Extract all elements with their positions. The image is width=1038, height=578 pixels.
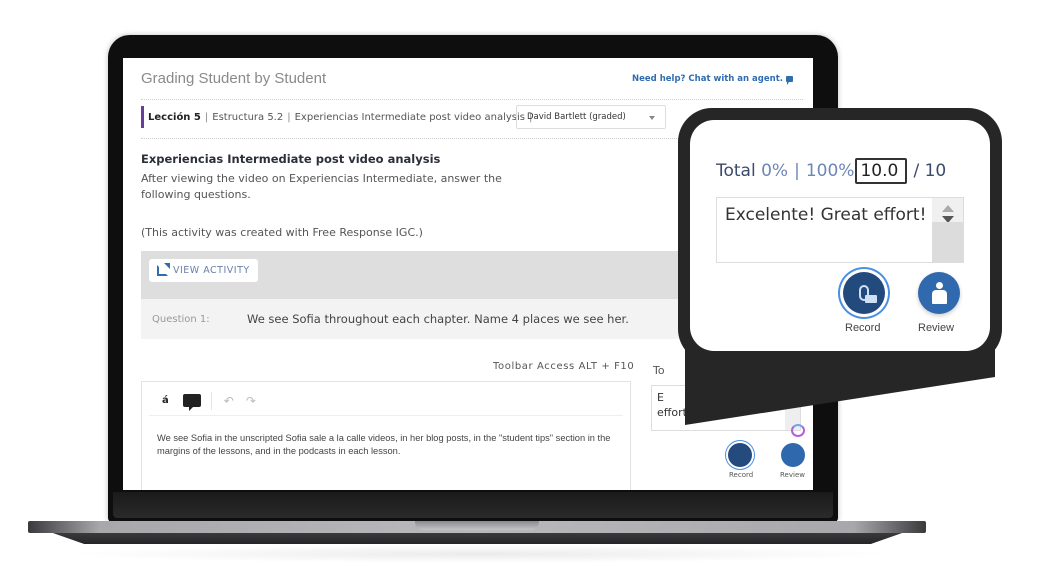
undo-icon[interactable]: ↶ <box>224 394 234 408</box>
question-label: Question 1: <box>152 313 210 325</box>
total-label-partial: To <box>653 364 665 377</box>
help-link-text: Need help? Chat with an agent. <box>632 74 783 84</box>
score-input[interactable] <box>855 158 908 184</box>
record-button-small[interactable] <box>728 443 752 467</box>
microphone-icon <box>859 285 877 303</box>
score-zero-percent-link[interactable]: 0% <box>761 161 788 181</box>
person-icon <box>931 282 947 304</box>
activity-title: Experiencias Intermediate post video ana… <box>141 152 441 166</box>
breadcrumb-activity: Experiencias Intermediate post video ana… <box>294 111 525 123</box>
review-button[interactable] <box>918 272 960 314</box>
divider <box>141 99 803 100</box>
activity-note: (This activity was created with Free Res… <box>141 226 423 239</box>
score-full-percent-link[interactable]: 100% <box>806 161 855 181</box>
view-activity-button[interactable]: VIEW ACTIVITY <box>149 259 258 282</box>
toolbar-separator <box>210 391 212 410</box>
comment-scrollbar[interactable] <box>932 198 963 262</box>
chat-bubble-icon <box>786 76 793 85</box>
total-score-row: Total 0% | 100% / 10 <box>716 158 946 184</box>
question-row: Question 1: We see Sofia throughout each… <box>141 299 681 339</box>
score-separator: | <box>794 161 800 181</box>
page-title: Grading Student by Student <box>141 70 327 87</box>
total-label: Total <box>716 161 756 181</box>
grading-callout: Total 0% | 100% / 10 Excelente! Great ef… <box>678 108 1002 363</box>
editor-toolbar: á ↶ ↷ <box>149 386 623 416</box>
laptop-shadow <box>60 545 900 563</box>
activity-description: After viewing the video on Experiencias … <box>141 172 502 201</box>
laptop-bezel-bottom <box>113 492 833 518</box>
breadcrumb-separator: | <box>204 111 209 123</box>
review-button-small[interactable] <box>781 443 805 467</box>
answer-editor[interactable]: á ↶ ↷ We see Sofia in the unscripted Sof… <box>141 381 631 490</box>
emoji-sticker-icon <box>791 424 805 437</box>
breadcrumb: Lección 5 | Estructura 5.2 | Experiencia… <box>141 106 536 128</box>
external-link-icon <box>157 265 168 276</box>
comment-field[interactable]: Excelente! Great effort! → <box>716 197 964 263</box>
grading-callout-body: Total 0% | 100% / 10 Excelente! Great ef… <box>690 120 990 351</box>
score-out-of: / 10 <box>913 161 947 181</box>
record-label: Record <box>845 322 881 334</box>
toolbar-access-hint: Toolbar Access ALT + F10 <box>493 361 635 372</box>
comment-text: Excelente! Great effort! <box>725 205 927 225</box>
laptop-notch <box>415 521 539 530</box>
chevron-down-icon <box>649 116 655 120</box>
breadcrumb-section: Estructura 5.2 <box>212 111 284 123</box>
student-select-value: David Bartlett (graded) <box>527 112 626 122</box>
student-answer-text: We see Sofia in the unscripted Sofia sal… <box>157 433 611 456</box>
question-text: We see Sofia throughout each chapter. Na… <box>247 312 629 326</box>
breadcrumb-lesson: Lección 5 <box>148 111 201 123</box>
review-label-small: Review <box>780 471 805 479</box>
scroll-track[interactable] <box>932 222 963 262</box>
breadcrumb-separator: | <box>287 111 291 123</box>
record-button[interactable] <box>843 272 885 314</box>
redo-icon[interactable]: ↷ <box>246 394 256 408</box>
scroll-up-icon[interactable] <box>942 205 954 212</box>
laptop-base-underside <box>50 532 905 544</box>
accent-button[interactable]: á <box>162 395 169 406</box>
view-activity-label: VIEW ACTIVITY <box>173 265 250 276</box>
student-select[interactable]: David Bartlett (graded) <box>516 105 666 129</box>
record-label-small: Record <box>729 471 754 479</box>
help-chat-link[interactable]: Need help? Chat with an agent. <box>632 74 793 85</box>
comment-icon[interactable] <box>182 394 201 411</box>
review-label: Review <box>918 322 955 334</box>
